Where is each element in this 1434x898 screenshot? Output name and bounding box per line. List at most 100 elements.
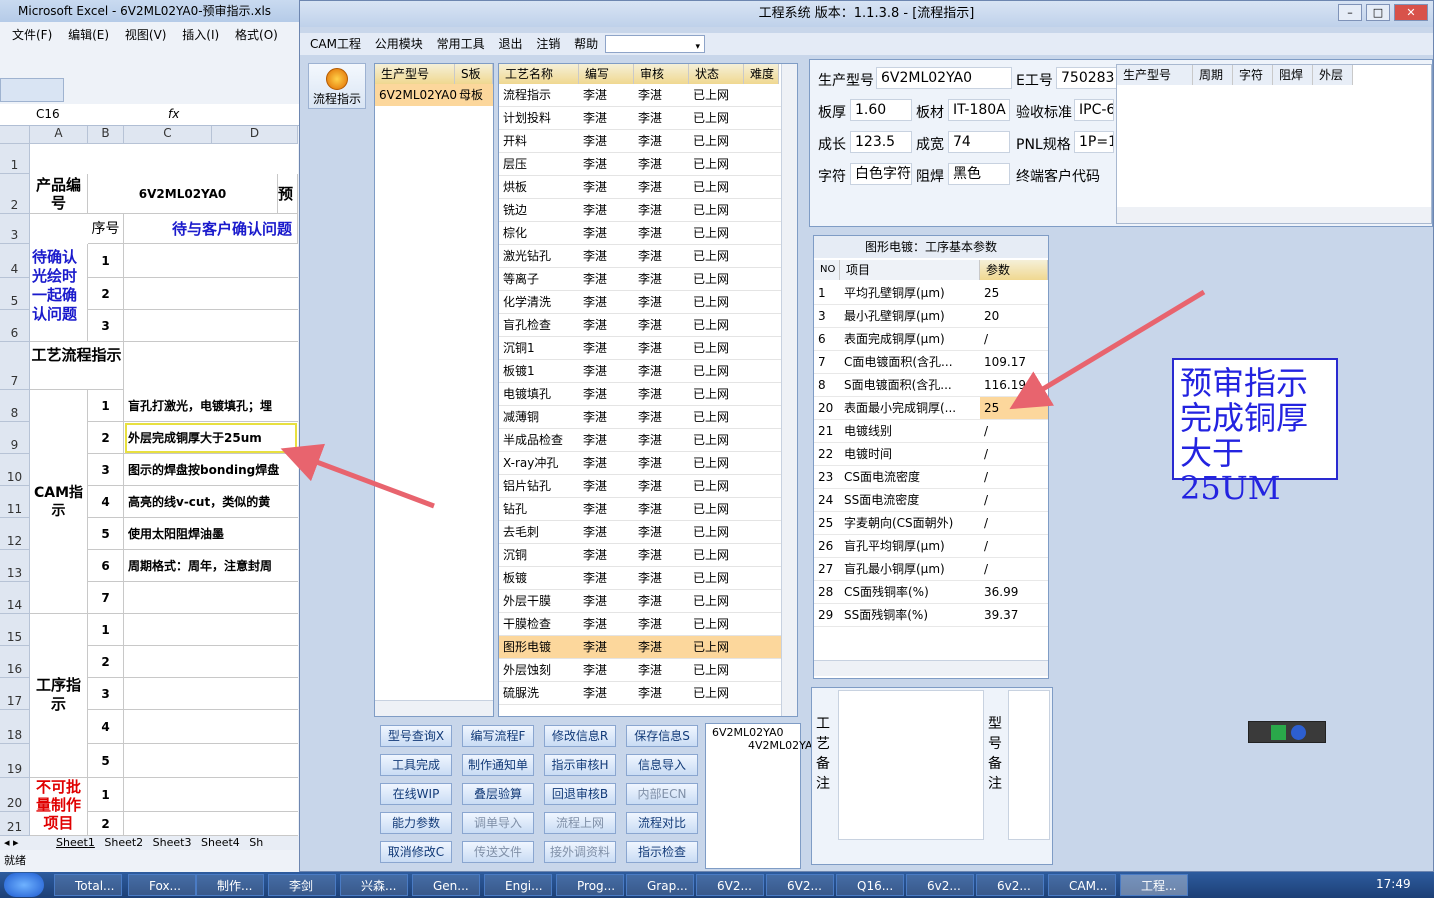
minimize-icon[interactable]: – — [1338, 4, 1362, 21]
wid-field[interactable]: 74 — [948, 131, 1010, 153]
pnl-field[interactable]: 1P=1 — [1074, 131, 1114, 153]
row-header[interactable]: 13 — [0, 550, 30, 582]
param-value[interactable]: / — [980, 558, 1048, 580]
process-row[interactable]: X-ray冲孔 李湛 李湛 已上网 — [499, 452, 781, 475]
action-button[interactable]: 工具完成 — [380, 754, 452, 776]
task-button[interactable]: 李剑 — [268, 874, 336, 896]
empty-cell[interactable] — [124, 744, 298, 778]
empty-cell[interactable] — [124, 710, 298, 744]
row-header[interactable]: 17 — [0, 678, 30, 710]
row-header[interactable]: 2 — [0, 174, 30, 214]
param-row[interactable]: 24 SS面电流密度 / — [814, 489, 1048, 512]
param-value[interactable]: 36.99 — [980, 581, 1048, 603]
action-button[interactable]: 指示检查 — [626, 841, 698, 863]
rg-header-outer[interactable]: 外层 — [1313, 65, 1353, 85]
process-row[interactable]: 去毛刺 李湛 李湛 已上网 — [499, 521, 781, 544]
proc-review-header[interactable]: 审核 — [634, 64, 689, 84]
proc-name-header[interactable]: 工艺名称 — [499, 64, 579, 84]
process-row[interactable]: 沉铜 李湛 李湛 已上网 — [499, 544, 781, 567]
process-row[interactable]: 计划投料 李湛 李湛 已上网 — [499, 107, 781, 130]
cam-item-cell[interactable]: 外层完成铜厚大于25um — [124, 422, 298, 454]
action-button[interactable]: 型号查询X — [380, 725, 452, 747]
process-row[interactable]: 半成品检查 李湛 李湛 已上网 — [499, 429, 781, 452]
proc-status-header[interactable]: 状态 — [689, 64, 744, 84]
cam-item-cell[interactable]: 高亮的线v-cut，类似的黄 — [124, 486, 298, 518]
process-row[interactable]: 板镀 李湛 李湛 已上网 — [499, 567, 781, 590]
process-note-input[interactable] — [838, 690, 984, 840]
row-header[interactable]: 7 — [0, 342, 30, 390]
col-header[interactable]: C — [124, 126, 212, 144]
action-button[interactable]: 制作通知单 — [462, 754, 534, 776]
task-button[interactable]: Prog... — [556, 874, 624, 896]
model-tree[interactable]: 6V2ML02YA0 4V2ML02YA — [705, 723, 813, 869]
sheet-tab-4[interactable]: Sheet4 — [201, 836, 240, 849]
param-row[interactable]: 27 盲孔最小铜厚(μm) / — [814, 558, 1048, 581]
process-row[interactable]: 激光钻孔 李湛 李湛 已上网 — [499, 245, 781, 268]
right-grid[interactable]: 生产型号 周期 字符 阻焊 外层 — [1116, 64, 1432, 224]
task-button[interactable]: Fox... — [128, 874, 196, 896]
cam-item-cell[interactable]: 盲孔打激光，电镀填孔；埋 — [124, 390, 298, 422]
menu-public[interactable]: 公用模块 — [375, 37, 423, 51]
row-header[interactable]: 8 — [0, 390, 30, 422]
col-header[interactable]: D — [212, 126, 298, 144]
empty-cell[interactable] — [124, 678, 298, 710]
process-row[interactable]: 电镀填孔 李湛 李湛 已上网 — [499, 383, 781, 406]
param-row[interactable]: 20 表面最小完成铜厚(... 25 — [814, 397, 1048, 420]
param-no-header[interactable]: NO — [814, 260, 840, 280]
flow-indicator-button[interactable]: 流程指示 — [308, 63, 366, 109]
task-button[interactable]: Total... — [54, 874, 122, 896]
task-button[interactable]: 兴森... — [340, 874, 408, 896]
model-list[interactable]: 生产型号 S板 6V2ML02YA0 母板 — [374, 63, 494, 717]
param-row[interactable]: 29 SS面残铜率(%) 39.37 — [814, 604, 1048, 627]
row-header[interactable]: 4 — [0, 244, 30, 278]
model-note-input[interactable] — [1008, 690, 1050, 840]
param-value[interactable]: 109.17 — [980, 351, 1048, 373]
param-row[interactable]: 26 盲孔平均铜厚(μm) / — [814, 535, 1048, 558]
param-value[interactable]: / — [980, 443, 1048, 465]
sheet-tab-3[interactable]: Sheet3 — [153, 836, 192, 849]
action-button[interactable]: 叠层验算 — [462, 783, 534, 805]
param-item-header[interactable]: 项目 — [840, 260, 980, 280]
param-value[interactable]: 39.37 — [980, 604, 1048, 626]
rg-header-cycle[interactable]: 周期 — [1193, 65, 1233, 85]
process-row[interactable]: 化学清洗 李湛 李湛 已上网 — [499, 291, 781, 314]
process-row[interactable]: 干膜检查 李湛 李湛 已上网 — [499, 613, 781, 636]
excel-menu-insert[interactable]: 插入(I) — [182, 28, 219, 42]
process-row[interactable]: 烘板 李湛 李湛 已上网 — [499, 176, 781, 199]
task-button[interactable]: 6v2... — [906, 874, 974, 896]
process-row[interactable]: 钻孔 李湛 李湛 已上网 — [499, 498, 781, 521]
sboard-col-header[interactable]: S板 — [455, 64, 493, 84]
process-vscroll[interactable] — [781, 64, 797, 716]
right-grid-hscroll[interactable] — [1117, 207, 1431, 223]
param-value[interactable]: / — [980, 420, 1048, 442]
sheet-tab-5[interactable]: Sh — [249, 836, 263, 849]
param-value[interactable]: / — [980, 512, 1048, 534]
param-value[interactable]: 25 — [980, 282, 1048, 304]
param-row[interactable]: 22 电镀时间 / — [814, 443, 1048, 466]
param-row[interactable]: 7 C面电镀面积(含孔... 109.17 — [814, 351, 1048, 374]
param-value[interactable]: 20 — [980, 305, 1048, 327]
proc-writer-header[interactable]: 编写 — [579, 64, 634, 84]
row-header[interactable]: 5 — [0, 278, 30, 310]
process-row[interactable]: 外层干膜 李湛 李湛 已上网 — [499, 590, 781, 613]
param-value[interactable]: / — [980, 535, 1048, 557]
ime-icon[interactable] — [1271, 725, 1286, 740]
excel-menu-file[interactable]: 文件(F) — [12, 28, 52, 42]
row-header[interactable]: 10 — [0, 454, 30, 486]
empty-cell[interactable] — [124, 646, 298, 678]
empty-cell[interactable] — [124, 244, 298, 278]
process-row[interactable]: 盲孔检查 李湛 李湛 已上网 — [499, 314, 781, 337]
param-row[interactable]: 8 S面电镀面积(含孔... 116.19 — [814, 374, 1048, 397]
param-row[interactable]: 25 字麦朝向(CS面朝外) / — [814, 512, 1048, 535]
param-panel[interactable]: 图形电镀：工序基本参数 NO 项目 参数 1 平均孔壁铜厚(μm) 25 3 最小孔壁铜… — [813, 235, 1049, 679]
row-header[interactable]: 6 — [0, 310, 30, 342]
param-value[interactable]: / — [980, 489, 1048, 511]
param-row[interactable]: 1 平均孔壁铜厚(μm) 25 — [814, 282, 1048, 305]
model-col-header[interactable]: 生产型号 — [375, 64, 455, 84]
rg-header-char[interactable]: 字符 — [1233, 65, 1273, 85]
process-row[interactable]: 铣边 李湛 李湛 已上网 — [499, 199, 781, 222]
menu-exit[interactable]: 退出 — [498, 37, 522, 51]
row-header[interactable]: 1 — [0, 144, 30, 174]
excel-toolbar[interactable] — [0, 78, 64, 102]
row-header[interactable]: 12 — [0, 518, 30, 550]
